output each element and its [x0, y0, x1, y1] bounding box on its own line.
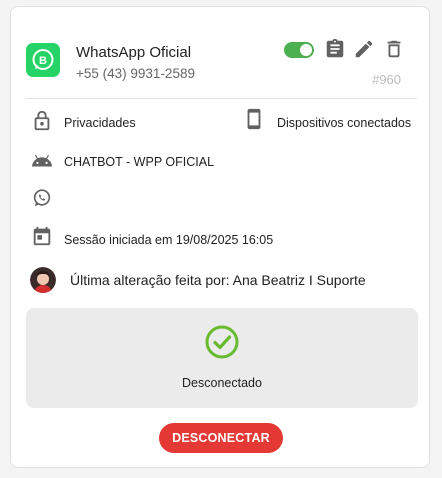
edit-pencil-icon[interactable]: [353, 38, 375, 60]
toggle-knob: [300, 44, 312, 56]
clipboard-icon[interactable]: [324, 38, 346, 60]
chatbot-name: CHATBOT - WPP OFICIAL: [64, 155, 215, 169]
last-change-text: Última alteração feita por: Ana Beatriz …: [70, 272, 366, 288]
lock-icon: [34, 110, 50, 131]
user-avatar: [30, 267, 56, 293]
disconnect-button[interactable]: DESCONECTAR: [159, 423, 283, 453]
trash-icon[interactable]: [383, 38, 405, 60]
connection-name: WhatsApp Oficial: [76, 44, 192, 61]
android-icon: [31, 154, 53, 167]
connection-id-tag: #960: [372, 72, 401, 87]
whatsapp-icon: [33, 189, 51, 207]
session-started: Sessão iniciada em 19/08/2025 16:05: [64, 233, 274, 247]
check-circle-icon: [205, 325, 239, 359]
calendar-icon: [33, 226, 51, 246]
header-divider: [26, 98, 417, 99]
whatsapp-business-logo-icon: B: [26, 43, 60, 77]
smartphone-icon: [247, 108, 261, 130]
privacy-link[interactable]: Privacidades: [64, 116, 136, 130]
connection-phone: +55 (43) 9931-2589: [76, 66, 195, 81]
connected-devices-link[interactable]: Dispositivos conectados: [277, 116, 411, 130]
svg-text:B: B: [39, 55, 47, 67]
status-panel: Desconectado: [26, 308, 418, 408]
status-label: Desconectado: [182, 376, 262, 390]
connection-card: B WhatsApp Oficial +55 (43) 9931-2589 #9…: [10, 6, 430, 468]
connection-toggle[interactable]: [284, 42, 314, 58]
